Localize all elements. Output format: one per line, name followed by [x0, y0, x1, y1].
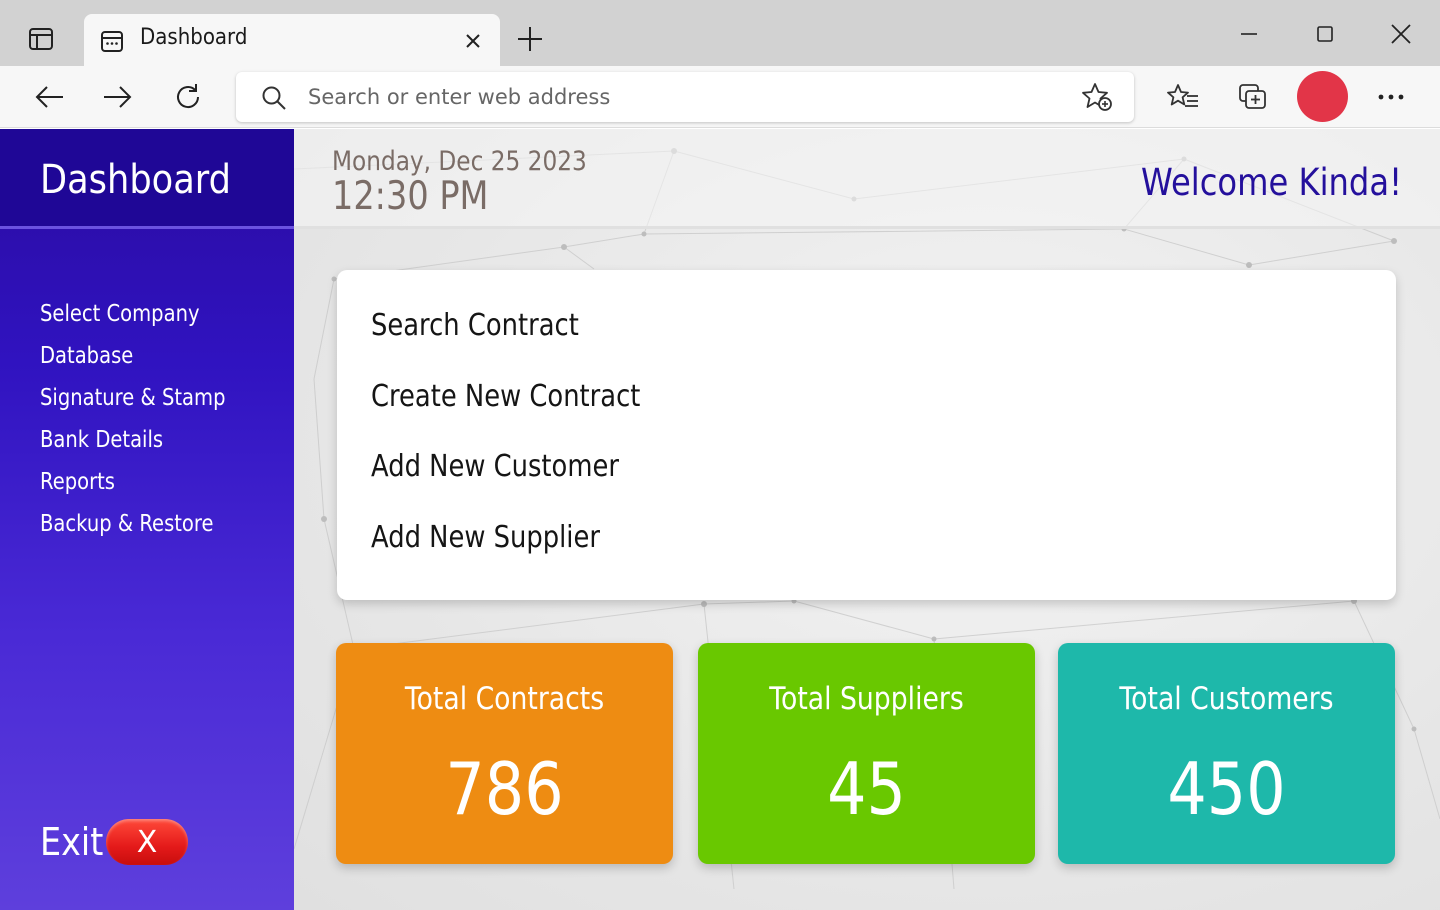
- current-time: 12:30 PM: [332, 174, 489, 219]
- quick-actions-card: Search Contract Create New Contract Add …: [337, 270, 1396, 600]
- search-contract-link[interactable]: Search Contract: [371, 308, 579, 343]
- exit-label: Exit: [40, 820, 104, 864]
- sidebar-nav: Select Company Database Signature & Stam…: [40, 289, 258, 549]
- stat-label: Total Customers: [1119, 681, 1334, 717]
- stat-label: Total Suppliers: [769, 681, 964, 717]
- address-bar[interactable]: [236, 72, 1134, 122]
- sidebar-header: Dashboard: [0, 129, 294, 229]
- stat-value: 45: [827, 747, 906, 831]
- add-new-customer-link[interactable]: Add New Customer: [371, 449, 619, 484]
- calendar-icon: [98, 27, 126, 55]
- add-new-supplier-link[interactable]: Add New Supplier: [371, 520, 600, 555]
- sidebar-item-backup-restore[interactable]: Backup & Restore: [40, 499, 225, 549]
- tab-title: Dashboard: [140, 25, 248, 50]
- stat-value: 786: [445, 747, 564, 831]
- total-customers-card[interactable]: Total Customers 450: [1058, 643, 1395, 864]
- current-date: Monday, Dec 25 2023: [332, 146, 587, 177]
- dashboard-app: Dashboard Select Company Database Signat…: [0, 129, 1440, 910]
- welcome-message: Welcome Kinda!: [1141, 161, 1402, 204]
- total-suppliers-card[interactable]: Total Suppliers 45: [698, 643, 1035, 864]
- back-icon[interactable]: [29, 78, 69, 116]
- close-window-icon[interactable]: [1379, 18, 1423, 50]
- sidebar-title: Dashboard: [40, 157, 231, 203]
- total-contracts-card[interactable]: Total Contracts 786: [336, 643, 673, 864]
- browser-nav-bar: [0, 66, 1440, 128]
- new-tab-icon[interactable]: [512, 22, 548, 56]
- collections-icon[interactable]: [1233, 78, 1273, 116]
- favorites-icon[interactable]: [1163, 78, 1203, 116]
- search-icon: [260, 84, 288, 112]
- tab-actions-icon[interactable]: [22, 22, 60, 56]
- create-new-contract-link[interactable]: Create New Contract: [371, 379, 640, 414]
- maximize-icon[interactable]: [1303, 18, 1347, 50]
- address-input[interactable]: [308, 81, 1028, 113]
- sidebar: Dashboard Select Company Database Signat…: [0, 129, 294, 910]
- profile-avatar[interactable]: [1297, 71, 1348, 122]
- stat-label: Total Contracts: [404, 681, 605, 717]
- close-tab-icon[interactable]: [460, 28, 486, 54]
- exit-button[interactable]: Exit X: [40, 819, 188, 865]
- add-favorite-icon[interactable]: [1080, 82, 1114, 112]
- main-content: Monday, Dec 25 2023 12:30 PM Welcome Kin…: [294, 129, 1440, 910]
- stat-value: 450: [1167, 747, 1286, 831]
- exit-x-icon[interactable]: X: [106, 819, 188, 865]
- forward-icon[interactable]: [98, 78, 138, 116]
- refresh-icon[interactable]: [168, 78, 208, 116]
- browser-tab-dashboard[interactable]: Dashboard: [84, 14, 500, 68]
- more-options-icon[interactable]: [1371, 78, 1411, 116]
- browser-tab-bar: Dashboard: [0, 0, 1440, 68]
- dashboard-header: Monday, Dec 25 2023 12:30 PM Welcome Kin…: [294, 129, 1440, 229]
- minimize-icon[interactable]: [1227, 18, 1271, 50]
